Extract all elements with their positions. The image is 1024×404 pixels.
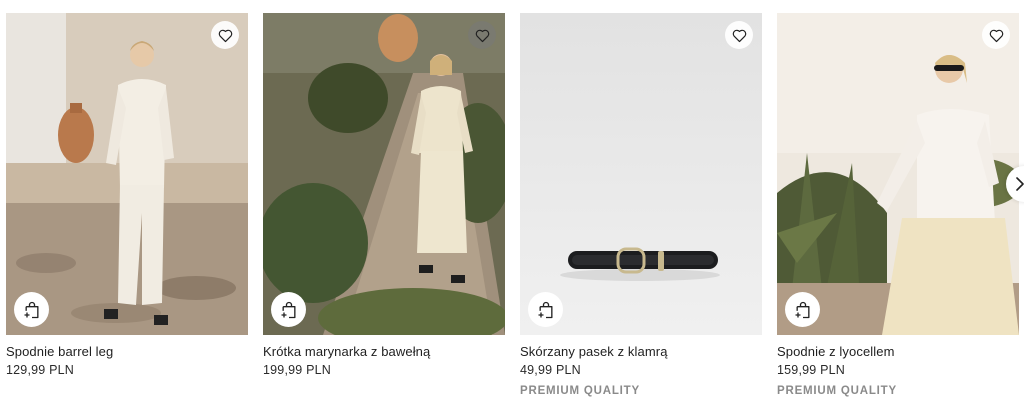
premium-quality-badge: PREMIUM QUALITY <box>777 385 897 397</box>
heart-outline-icon <box>475 29 489 42</box>
add-to-cart-button[interactable] <box>528 292 563 327</box>
bag-add-icon <box>538 301 552 318</box>
product-card[interactable]: Skórzany pasek z klamrą 49,99 PLN PREMIU… <box>520 13 762 399</box>
product-carousel: Spodnie barrel leg 129,99 PLN Krótka mar… <box>0 0 1024 404</box>
product-name[interactable]: Spodnie barrel leg <box>6 343 248 361</box>
product-image[interactable] <box>777 13 1019 335</box>
product-card[interactable]: Krótka marynarka z bawełną 199,99 PLN <box>263 13 505 379</box>
chevron-right-icon <box>1016 177 1024 191</box>
product-photo <box>520 13 762 335</box>
product-price: 49,99 PLN <box>520 363 581 377</box>
product-photo <box>6 13 248 335</box>
bag-add-icon <box>795 301 809 318</box>
product-price: 129,99 PLN <box>6 363 75 377</box>
product-name[interactable]: Spodnie z lyocellem <box>777 343 1019 361</box>
product-image[interactable] <box>520 13 762 335</box>
add-to-cart-button[interactable] <box>785 292 820 327</box>
product-carousel-page: Spodnie barrel leg 129,99 PLN Krótka mar… <box>0 0 1024 404</box>
product-photo <box>777 13 1019 335</box>
add-to-cart-button[interactable] <box>14 292 49 327</box>
heart-outline-icon <box>218 29 232 42</box>
product-image[interactable] <box>263 13 505 335</box>
product-price: 159,99 PLN <box>777 363 846 377</box>
bag-add-icon <box>24 301 38 318</box>
heart-outline-icon <box>989 29 1003 42</box>
wishlist-button[interactable] <box>982 21 1010 49</box>
premium-quality-badge: PREMIUM QUALITY <box>520 385 640 397</box>
product-photo <box>263 13 505 335</box>
heart-outline-icon <box>732 29 746 42</box>
wishlist-button[interactable] <box>211 21 239 49</box>
wishlist-button[interactable] <box>725 21 753 49</box>
product-card[interactable]: Spodnie barrel leg 129,99 PLN <box>6 13 248 379</box>
product-price: 199,99 PLN <box>263 363 332 377</box>
bag-add-icon <box>281 301 295 318</box>
product-name[interactable]: Krótka marynarka z bawełną <box>263 343 505 361</box>
product-image[interactable] <box>6 13 248 335</box>
product-name[interactable]: Skórzany pasek z klamrą <box>520 343 762 361</box>
wishlist-button[interactable] <box>468 21 496 49</box>
add-to-cart-button[interactable] <box>271 292 306 327</box>
product-card[interactable]: Spodnie z lyocellem 159,99 PLN PREMIUM Q… <box>777 13 1019 399</box>
